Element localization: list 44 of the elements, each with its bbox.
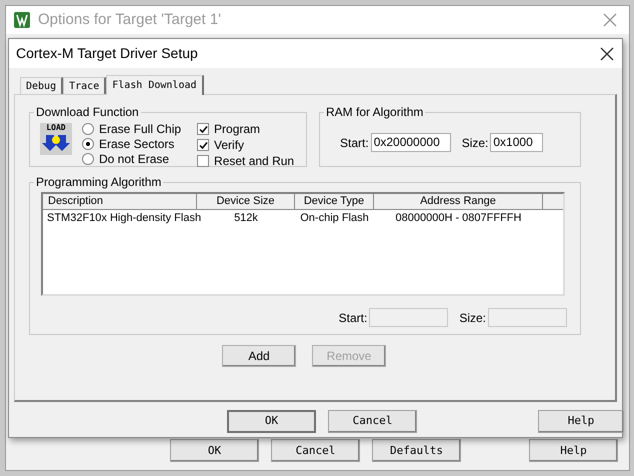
defaults-button[interactable]: Defaults: [372, 439, 461, 462]
close-icon[interactable]: [600, 46, 614, 60]
column-header[interactable]: Device Size: [197, 194, 295, 209]
radio-button[interactable]: [82, 152, 94, 164]
radio-label: Erase Full Chip: [99, 120, 182, 138]
checkbox-label: Program: [214, 121, 260, 138]
checkbox[interactable]: [197, 139, 210, 151]
dialog-button[interactable]: OK: [170, 439, 259, 462]
input-field[interactable]: 0x20000000: [370, 133, 451, 152]
group-title: Programming Algorithm: [35, 174, 162, 191]
group-title: RAM for Algorithm: [325, 104, 424, 121]
group-title: Download Function: [35, 104, 140, 121]
dialog-button[interactable]: Help: [529, 439, 618, 462]
tab[interactable]: Flash Download: [106, 75, 204, 95]
tab[interactable]: Debug: [20, 77, 64, 94]
list-cell-text: 08000000H - 0807FFFFH: [394, 211, 522, 226]
field-label: Start:: [340, 134, 369, 152]
dialog-button[interactable]: OK: [227, 410, 316, 433]
dialog-button[interactable]: Help: [538, 410, 624, 433]
checkbox[interactable]: [197, 123, 210, 135]
radio-label: Erase Sectors: [99, 136, 174, 152]
radio-label: Do not Erase: [99, 150, 170, 168]
field-label: Start:: [338, 310, 368, 326]
tab[interactable]: Trace: [63, 77, 106, 94]
checkbox[interactable]: [197, 155, 210, 167]
radio-button[interactable]: [82, 138, 94, 150]
window-title: Options for Target 'Target 1': [38, 10, 222, 30]
dialog-button[interactable]: Cancel: [328, 410, 417, 433]
column-header[interactable]: Description: [43, 194, 197, 209]
radio-button[interactable]: [82, 122, 94, 134]
column-header[interactable]: Device Type: [295, 194, 374, 209]
field-label: Size:: [462, 134, 488, 152]
field-label: Size:: [459, 310, 486, 326]
dialog-button[interactable]: Cancel: [271, 439, 360, 462]
load-icon: LOAD: [40, 123, 72, 155]
input-field[interactable]: 0x1000: [490, 133, 544, 152]
dialog-title: Cortex-M Target Driver Setup: [16, 44, 198, 63]
checkbox-label: Verify: [214, 137, 244, 154]
app-logo-icon: [14, 12, 30, 28]
list-cell-text: On-chip Flash: [299, 211, 370, 226]
list-row[interactable]: STM32F10x High-density Flash 512k On-chip Flash 08000000H - 0807FFFFH: [43, 210, 563, 227]
column-header[interactable]: Address Range: [374, 194, 543, 209]
checkbox-label: Reset and Run: [214, 153, 294, 170]
action-button[interactable]: Add: [222, 345, 296, 367]
